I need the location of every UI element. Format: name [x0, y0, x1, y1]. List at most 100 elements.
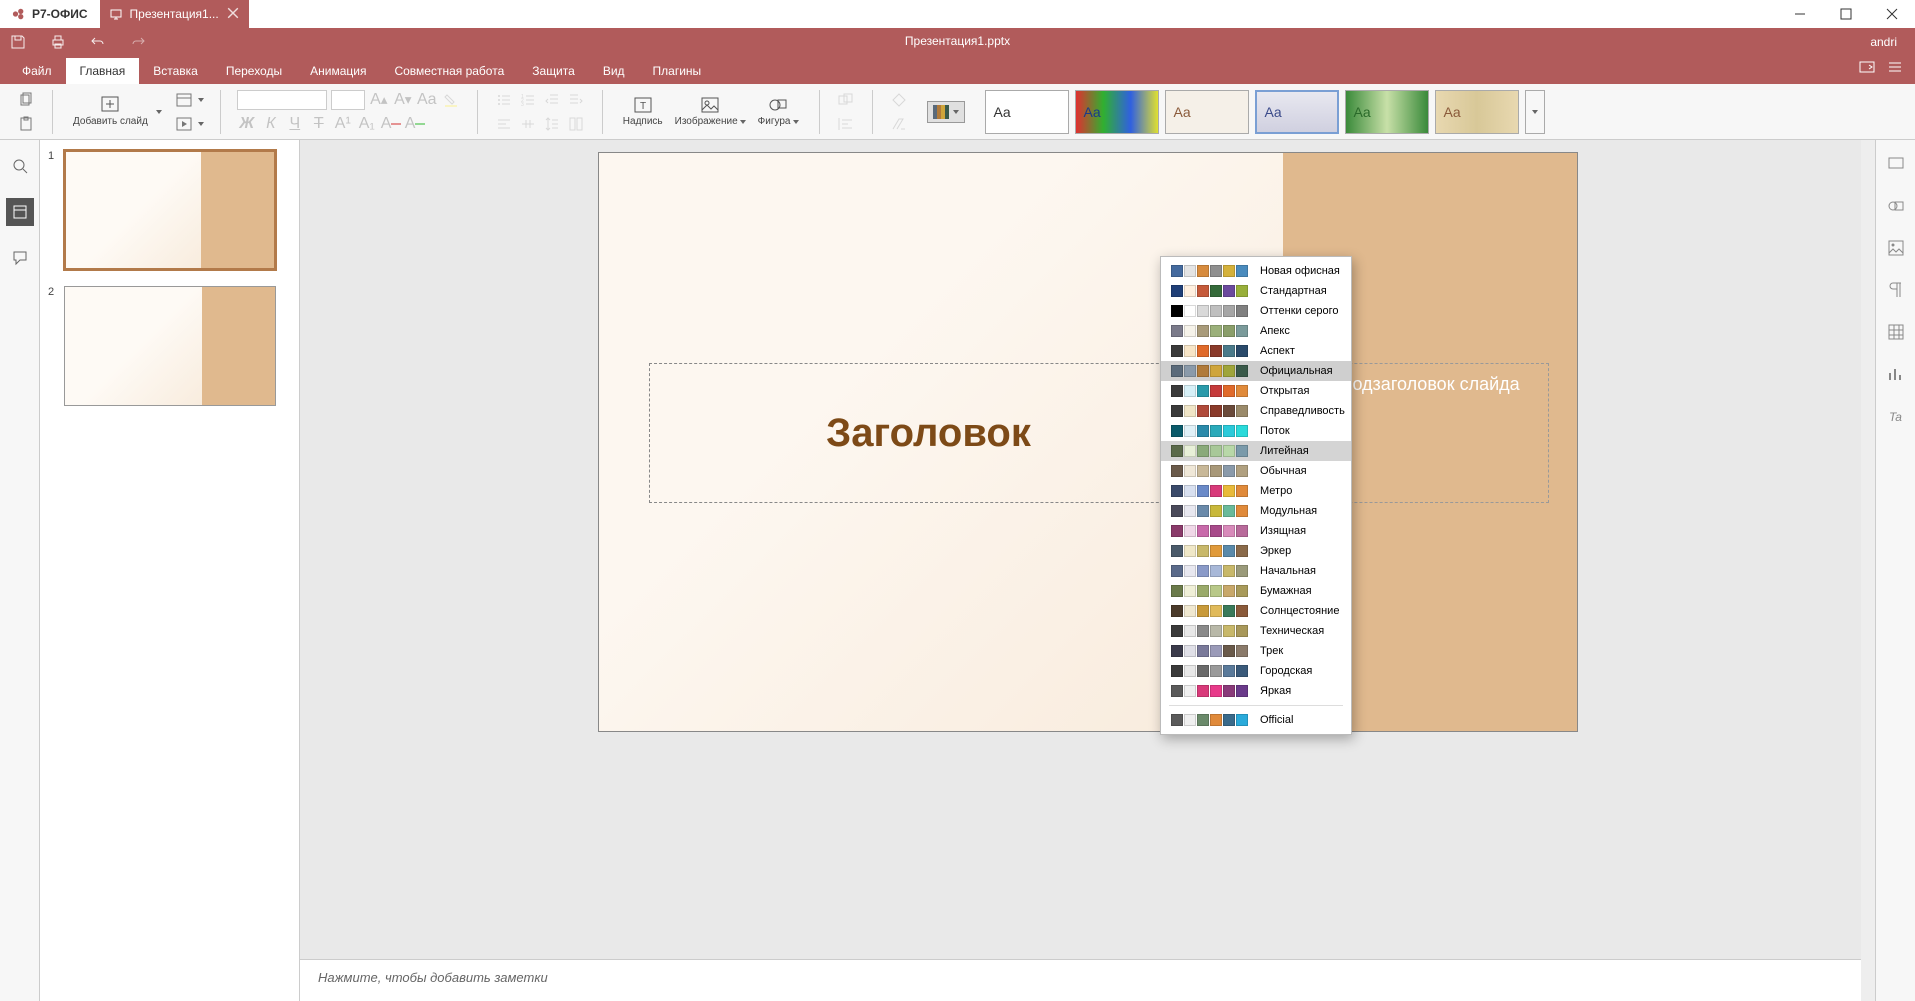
slide-thumbnail[interactable]: 2 [52, 286, 287, 406]
slide-title-placeholder[interactable]: Заголовок [649, 363, 1209, 503]
menu-tab-вставка[interactable]: Вставка [139, 58, 212, 84]
clear-formatting-button[interactable]: A [405, 114, 425, 134]
close-window-button[interactable] [1869, 0, 1915, 28]
color-theme-item[interactable]: Новая офисная [1161, 261, 1351, 281]
menu-tab-главная[interactable]: Главная [66, 58, 140, 84]
shape-button[interactable]: Фигура [754, 94, 803, 129]
shape-settings-icon[interactable] [1884, 194, 1908, 218]
color-theme-item[interactable]: Трек [1161, 641, 1351, 661]
table-settings-icon[interactable] [1884, 320, 1908, 344]
menu-tab-защита[interactable]: Защита [518, 58, 589, 84]
line-spacing-button[interactable] [542, 114, 562, 134]
color-theme-item[interactable]: Техническая [1161, 621, 1351, 641]
vertical-scrollbar[interactable] [1861, 140, 1875, 1001]
color-theme-item[interactable]: Официальная [1161, 361, 1351, 381]
color-theme-item[interactable]: Литейная [1161, 441, 1351, 461]
copy-button[interactable] [16, 90, 36, 110]
color-theme-item[interactable]: Оттенки серого [1161, 301, 1351, 321]
decrease-indent-button[interactable] [542, 90, 562, 110]
menu-tab-переходы[interactable]: Переходы [212, 58, 296, 84]
color-theme-item[interactable]: Official [1161, 710, 1351, 730]
paste-button[interactable] [16, 114, 36, 134]
image-button[interactable]: Изображение [671, 94, 750, 129]
save-button[interactable] [10, 34, 26, 50]
highlight-color-button[interactable] [441, 90, 461, 110]
color-theme-item[interactable]: Обычная [1161, 461, 1351, 481]
notes-pane[interactable]: Нажмите, чтобы добавить заметки [300, 959, 1875, 1001]
slide-layout-button[interactable] [174, 90, 194, 110]
color-theme-item[interactable]: Изящная [1161, 521, 1351, 541]
menu-tab-совместная работа[interactable]: Совместная работа [380, 58, 518, 84]
strikethrough-button[interactable]: Т [309, 114, 329, 134]
columns-button[interactable] [566, 114, 586, 134]
color-theme-item[interactable]: Начальная [1161, 561, 1351, 581]
arrange-button[interactable] [836, 90, 856, 110]
font-color-button[interactable]: A [381, 114, 401, 134]
theme-thumbnail[interactable]: Aa [1075, 90, 1159, 134]
user-name[interactable]: andri [1870, 35, 1905, 49]
menu-tab-анимация[interactable]: Анимация [296, 58, 380, 84]
subscript-button[interactable]: A₁ [357, 114, 377, 134]
font-name-select[interactable] [237, 90, 327, 110]
color-theme-item[interactable]: Справедливость [1161, 401, 1351, 421]
decrease-font-button[interactable]: A▾ [393, 90, 413, 110]
redo-button[interactable] [130, 34, 146, 50]
menu-tab-вид[interactable]: Вид [589, 58, 639, 84]
search-icon[interactable] [6, 152, 34, 180]
color-theme-item[interactable]: Бумажная [1161, 581, 1351, 601]
maximize-button[interactable] [1823, 0, 1869, 28]
add-slide-dropdown[interactable] [156, 110, 162, 114]
color-theme-item[interactable]: Открытая [1161, 381, 1351, 401]
menu-tab-плагины[interactable]: Плагины [639, 58, 716, 84]
color-scheme-dropdown[interactable]: Новая офиснаяСтандартнаяОттенки серогоАп… [1160, 256, 1352, 735]
theme-thumbnail[interactable]: Aa [1165, 90, 1249, 134]
color-theme-item[interactable]: Стандартная [1161, 281, 1351, 301]
color-theme-item[interactable]: Метро [1161, 481, 1351, 501]
theme-thumbnail[interactable]: Aa [985, 90, 1069, 134]
open-file-location-icon[interactable] [1859, 59, 1875, 80]
numbering-button[interactable]: 123 [518, 90, 538, 110]
tab-close-icon[interactable] [227, 7, 239, 22]
increase-font-button[interactable]: A▴ [369, 90, 389, 110]
start-slideshow-button[interactable] [174, 114, 194, 134]
color-theme-item[interactable]: Аспект [1161, 341, 1351, 361]
color-scheme-button[interactable] [927, 101, 965, 123]
slide-canvas[interactable]: Заголовок Подзаголовок слайда [598, 152, 1578, 732]
align-objects-button[interactable] [836, 114, 856, 134]
bullets-button[interactable] [494, 90, 514, 110]
underline-button[interactable]: Ч [285, 114, 305, 134]
color-theme-item[interactable]: Эркер [1161, 541, 1351, 561]
color-theme-item[interactable]: Модульная [1161, 501, 1351, 521]
layout-dropdown[interactable] [198, 98, 204, 102]
theme-thumbnail[interactable]: Aa [1255, 90, 1339, 134]
slide-thumbnail[interactable]: 1 [52, 150, 287, 270]
color-theme-item[interactable]: Городская [1161, 661, 1351, 681]
color-theme-item[interactable]: Поток [1161, 421, 1351, 441]
minimize-button[interactable] [1777, 0, 1823, 28]
undo-button[interactable] [90, 34, 106, 50]
slideshow-dropdown[interactable] [198, 122, 204, 126]
color-theme-item[interactable]: Апекс [1161, 321, 1351, 341]
theme-gallery-more[interactable] [1525, 90, 1545, 134]
change-case-button[interactable]: Aa [417, 90, 437, 110]
bold-button[interactable]: Ж [237, 114, 257, 134]
color-theme-item[interactable]: Солнцестояние [1161, 601, 1351, 621]
italic-button[interactable]: К [261, 114, 281, 134]
theme-thumbnail[interactable]: Aa [1345, 90, 1429, 134]
font-size-select[interactable] [331, 90, 365, 110]
print-button[interactable] [50, 34, 66, 50]
image-settings-icon[interactable] [1884, 236, 1908, 260]
align-vertical-button[interactable] [518, 114, 538, 134]
color-theme-item[interactable]: Яркая [1161, 681, 1351, 701]
slide-settings-icon[interactable] [1884, 152, 1908, 176]
shape-fill-button[interactable] [889, 90, 909, 110]
slides-panel-icon[interactable] [6, 198, 34, 226]
clear-style-button[interactable] [889, 114, 909, 134]
view-settings-icon[interactable] [1887, 59, 1903, 80]
add-slide-button[interactable]: Добавить слайд [69, 94, 152, 129]
text-art-settings-icon[interactable]: Ta [1884, 404, 1908, 428]
align-horizontal-button[interactable] [494, 114, 514, 134]
chart-settings-icon[interactable] [1884, 362, 1908, 386]
increase-indent-button[interactable] [566, 90, 586, 110]
comments-icon[interactable] [6, 244, 34, 272]
